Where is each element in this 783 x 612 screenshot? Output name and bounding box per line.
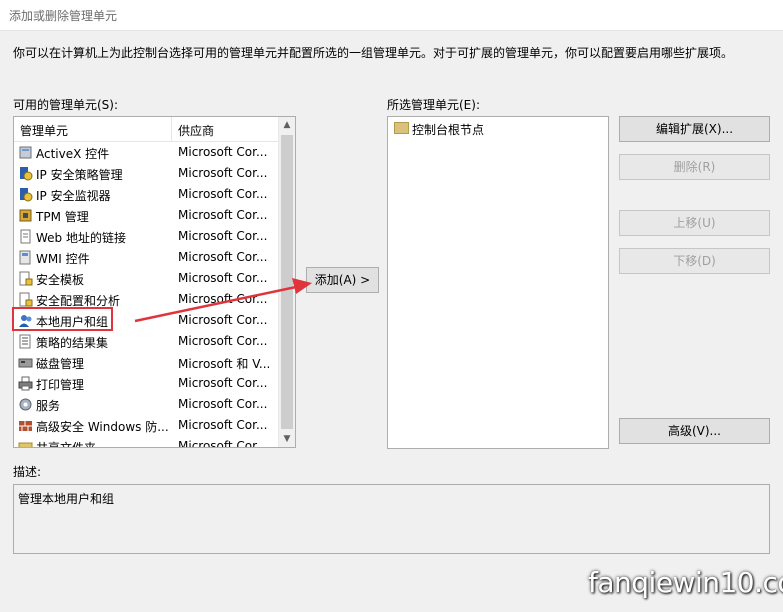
rsop-icon [19,334,31,349]
list-item[interactable]: IP 安全监视器 Microsoft Cor... [14,184,280,205]
disk-icon [18,358,33,368]
column-header-vendor[interactable]: 供应商 [178,122,214,139]
printer-icon [18,376,33,391]
available-label: 可用的管理单元(S): [13,98,119,112]
title-bar: 添加或删除管理单元 [0,0,783,31]
description-text: 管理本地用户和组 [18,492,115,506]
list-item[interactable]: TPM 管理 Microsoft Cor... [14,205,280,226]
list-item[interactable]: 高级安全 Windows 防... Microsoft Cor... [14,415,280,436]
list-item[interactable]: 打印管理 Microsoft Cor... [14,373,280,394]
list-item[interactable]: 安全模板 Microsoft Cor... [14,268,280,289]
ip-monitor-icon [20,188,33,202]
description-label: 描述: [13,465,42,479]
list-item[interactable]: 策略的结果集 Microsoft Cor... [14,331,280,352]
list-item[interactable]: 磁盘管理 Microsoft 和 V... [14,352,280,373]
add-button[interactable]: 添加(A) > [306,267,379,293]
list-scrollbar[interactable]: ▲ ▼ [278,117,295,447]
web-link-icon [20,229,31,244]
gear-icon [19,398,32,411]
watermark: fanqiewin10.com [588,566,783,599]
column-header-name[interactable]: 管理单元 [20,122,68,139]
tpm-icon [19,209,32,222]
advanced-button[interactable]: 高级(V)... [619,418,770,444]
remove-button[interactable]: 删除(R) [619,154,770,180]
intro-text: 你可以在计算机上为此控制台选择可用的管理单元并配置所选的一组管理单元。对于可扩展… [13,46,734,60]
security-template-icon [19,271,33,286]
list-header: 管理单元 供应商 [14,117,280,142]
highlight-box [12,307,113,331]
description-box: 管理本地用户和组 [13,484,770,554]
available-snapins-list[interactable]: 管理单元 供应商 ActiveX 控件 Microsoft Cor... IP … [13,116,296,448]
move-up-button[interactable]: 上移(U) [619,210,770,236]
wmi-icon [19,250,31,265]
activex-icon [19,146,32,159]
shared-folder-icon [18,442,33,447]
firewall-icon [19,421,32,431]
selected-snapins-list[interactable]: 控制台根节点 [387,116,609,449]
scroll-down-icon[interactable]: ▼ [279,431,295,447]
list-item[interactable]: ActiveX 控件 Microsoft Cor... [14,142,280,163]
move-down-button[interactable]: 下移(D) [619,248,770,274]
scroll-thumb[interactable] [281,135,293,429]
edit-extensions-button[interactable]: 编辑扩展(X)... [619,116,770,142]
window-title: 添加或删除管理单元 [9,9,118,23]
scroll-up-icon[interactable]: ▲ [279,117,295,133]
security-config-icon [19,292,33,307]
list-item[interactable]: WMI 控件 Microsoft Cor... [14,247,280,268]
column-separator[interactable] [171,117,172,141]
list-item[interactable]: Web 地址的链接 Microsoft Cor... [14,226,280,247]
ip-policy-icon [20,167,33,181]
selected-label: 所选管理单元(E): [387,98,480,112]
list-item[interactable]: 服务 Microsoft Cor... [14,394,280,415]
list-item[interactable]: IP 安全策略管理 Microsoft Cor... [14,163,280,184]
list-item[interactable]: 共享文件夹 Microsoft Cor... [14,436,280,447]
folder-icon [394,122,409,134]
